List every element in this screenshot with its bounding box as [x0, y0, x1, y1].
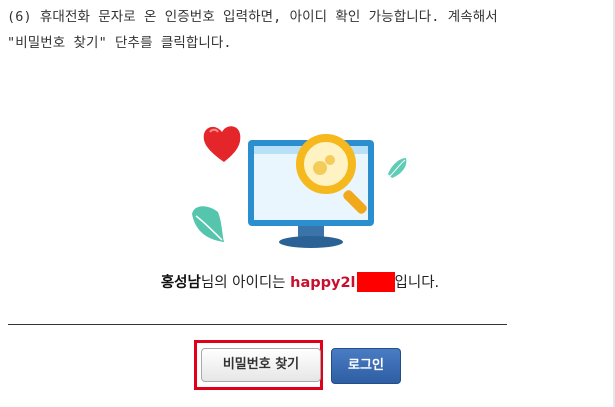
instruction-text: (6) 휴대전화 문자로 온 인증번호 입력하면, 아이디 확인 가능합니다. …: [7, 4, 612, 56]
account-found-illustration: [192, 126, 407, 248]
divider: [8, 324, 507, 325]
leaf-small-icon: [388, 158, 407, 178]
user-id: happy2l: [290, 275, 356, 291]
instruction-line-2: "비밀번호 찾기" 단추를 클릭합니다.: [7, 35, 232, 51]
find-password-button[interactable]: 비밀번호 찾기: [201, 348, 321, 382]
userid-redaction: [356, 272, 395, 292]
result-text-1: 님의 아이디는: [200, 275, 291, 291]
user-name: 홍성남: [160, 275, 201, 291]
result-text-2: 입니다.: [394, 275, 440, 291]
result-message: 홍성남님의 아이디는 happy2l 입니다.: [0, 271, 600, 292]
leaf-icon: [192, 206, 224, 242]
instruction-line-1: (6) 휴대전화 문자로 온 인증번호 입력하면, 아이디 확인 가능합니다. …: [7, 9, 498, 25]
heart-icon: [203, 126, 241, 162]
login-button[interactable]: 로그인: [331, 348, 401, 384]
